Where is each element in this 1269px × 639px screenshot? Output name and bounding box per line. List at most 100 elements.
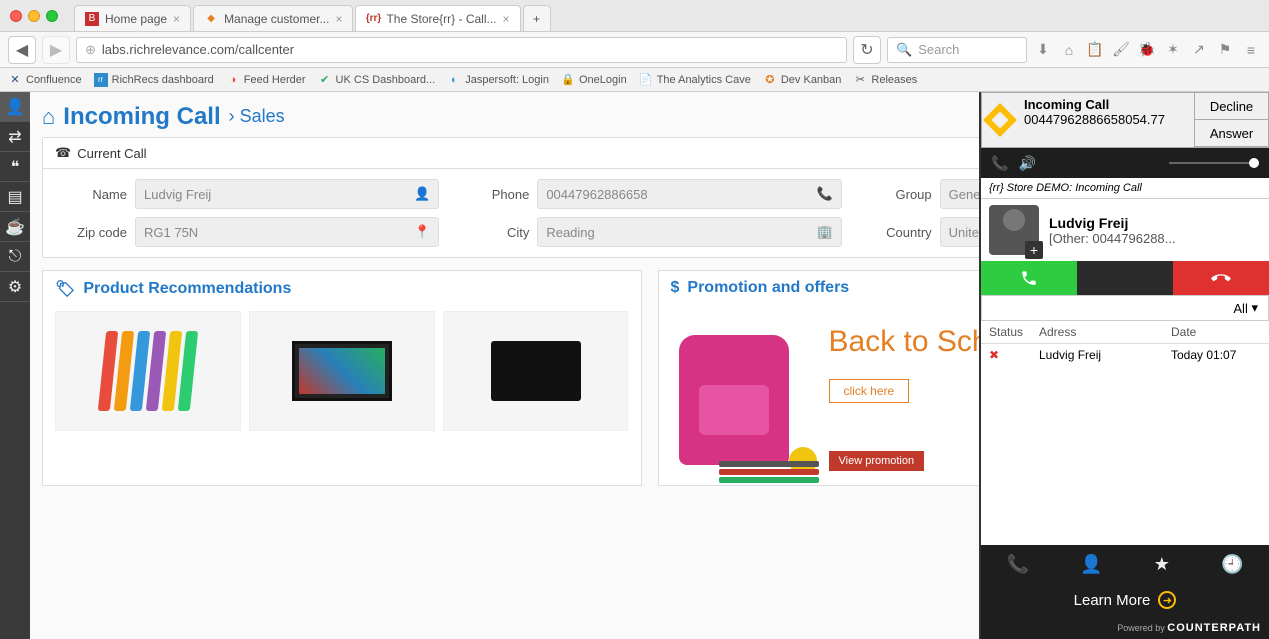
- bookmark-onelogin[interactable]: 🔒OneLogin: [561, 73, 627, 87]
- dial-icon[interactable]: 📞: [1007, 554, 1029, 575]
- tag-icon: 🏷: [55, 279, 75, 299]
- home-icon[interactable]: ⌂: [1059, 42, 1079, 58]
- home-icon[interactable]: ⌂: [42, 104, 55, 130]
- sidebar-item-book[interactable]: ▤: [0, 182, 30, 212]
- bookmark-dev-kanban[interactable]: ✪Dev Kanban: [763, 73, 842, 87]
- softphone-context-title: {rr} Store DEMO: Incoming Call: [981, 178, 1269, 199]
- answer-button[interactable]: Answer: [1194, 120, 1268, 147]
- reload-button[interactable]: ↻: [853, 36, 881, 64]
- favorites-icon[interactable]: ★: [1154, 554, 1170, 575]
- dollar-icon: $: [671, 279, 680, 297]
- breadcrumb[interactable]: › Sales: [229, 106, 285, 127]
- minimize-window-icon[interactable]: [28, 10, 40, 22]
- download-icon[interactable]: ⬇: [1033, 41, 1053, 58]
- promo-image-backpack: [659, 305, 819, 485]
- sidebar-item-coffee[interactable]: ☕: [0, 212, 30, 242]
- city-input[interactable]: Reading🏢: [537, 217, 841, 247]
- product-tv-mount[interactable]: [443, 311, 629, 431]
- window-controls: [10, 10, 58, 22]
- product-tv[interactable]: [249, 311, 435, 431]
- window-titlebar: B Home page × ◆ Manage customer... × {rr…: [0, 0, 1269, 32]
- phone-icon: 📞: [816, 186, 832, 202]
- incoming-call-label: Incoming Call: [1024, 97, 1188, 112]
- puzzle-icon[interactable]: ✶: [1163, 41, 1183, 58]
- field-phone: Phone 00447962886658📞: [457, 179, 841, 209]
- bookmark-confluence[interactable]: ✕Confluence: [8, 73, 82, 87]
- back-button[interactable]: ◀: [8, 36, 36, 64]
- new-tab-button[interactable]: +: [523, 5, 551, 31]
- bookmark-analytics-cave[interactable]: 📄The Analytics Cave: [639, 73, 751, 87]
- url-input[interactable]: ⊕ labs.richrelevance.com/callcenter: [76, 37, 847, 63]
- sidebar-item-customer[interactable]: 👤: [0, 92, 30, 122]
- pin-icon: 📍: [414, 224, 430, 240]
- sidebar-item-quote[interactable]: ❝: [0, 152, 30, 182]
- building-icon: 🏢: [816, 224, 832, 240]
- history-icon[interactable]: 🕘: [1221, 554, 1243, 575]
- tab-home-page[interactable]: B Home page ×: [74, 5, 191, 31]
- softphone-toolbar: 📞 🔊: [981, 148, 1269, 178]
- decline-button[interactable]: Decline: [1194, 93, 1268, 120]
- bookmark-feed-herder[interactable]: ◑Feed Herder: [226, 73, 306, 87]
- answer-call-icon[interactable]: [981, 261, 1077, 295]
- tab-label: Home page: [105, 12, 167, 26]
- bookmark-releases[interactable]: ✂Releases: [853, 73, 917, 87]
- call-list-header: Status Adress Date: [981, 321, 1269, 344]
- contacts-icon[interactable]: 👤: [1080, 554, 1102, 575]
- avatar: +: [989, 205, 1039, 255]
- call-list-row[interactable]: ✖ Ludvig Freij Today 01:07: [981, 344, 1269, 366]
- softphone-bottom-nav: 📞 👤 ★ 🕘: [981, 545, 1269, 583]
- tab-label: Manage customer...: [224, 12, 329, 26]
- page-title: Incoming Call: [63, 103, 220, 131]
- flag-icon[interactable]: ⚑: [1215, 41, 1235, 58]
- search-input[interactable]: 🔍 Search: [887, 37, 1027, 63]
- card-title-recs: Product Recommendations: [83, 280, 291, 298]
- panel-title-current-call: ☎ Current Call: [43, 138, 1016, 168]
- field-zip: Zip code RG1 75N📍: [55, 217, 439, 247]
- bug-icon[interactable]: 🐞: [1137, 41, 1157, 58]
- forward-button[interactable]: ▶: [42, 36, 70, 64]
- volume-slider[interactable]: [1169, 162, 1259, 164]
- learn-more-button[interactable]: Learn More ➜: [981, 583, 1269, 617]
- clipboard-icon[interactable]: 📋: [1085, 41, 1105, 58]
- sidebar-item-logout[interactable]: ⎋: [0, 242, 30, 272]
- zoom-window-icon[interactable]: [46, 10, 58, 22]
- sidebar-item-shuffle[interactable]: ⇄: [0, 122, 30, 152]
- view-promotion-button[interactable]: View promotion: [829, 451, 925, 471]
- incoming-call-banner: Incoming Call 00447962886658054.77 Decli…: [981, 92, 1269, 148]
- incoming-call-number: 00447962886658054.77: [1024, 112, 1188, 127]
- product-ipods[interactable]: [55, 311, 241, 431]
- share-icon[interactable]: ↗: [1189, 41, 1209, 58]
- call-filter-dropdown[interactable]: All ▾: [981, 295, 1269, 321]
- bookmark-jaspersoft[interactable]: ◐Jaspersoft: Login: [447, 73, 549, 87]
- zip-input[interactable]: RG1 75N📍: [135, 217, 439, 247]
- tab-label: The Store{rr} - Call...: [386, 12, 496, 26]
- phone-icon[interactable]: 📞: [991, 155, 1008, 172]
- close-tab-icon[interactable]: ×: [335, 12, 342, 26]
- paint-icon[interactable]: 🖌: [1111, 41, 1131, 58]
- missed-call-icon: ✖: [989, 348, 999, 362]
- browser-tabs: B Home page × ◆ Manage customer... × {rr…: [74, 0, 553, 31]
- globe-icon: ⊕: [85, 42, 96, 58]
- decline-call-icon[interactable]: [1173, 261, 1269, 295]
- search-placeholder: Search: [918, 42, 959, 57]
- promo-click-here-button[interactable]: click here: [829, 379, 910, 403]
- overflow-icon[interactable]: ≡: [1241, 42, 1261, 58]
- close-tab-icon[interactable]: ×: [503, 12, 510, 26]
- name-input[interactable]: Ludvig Freij👤: [135, 179, 439, 209]
- bookmark-uk-cs[interactable]: ✔UK CS Dashboard...: [318, 73, 436, 87]
- add-contact-icon[interactable]: +: [1025, 241, 1043, 259]
- close-window-icon[interactable]: [10, 10, 22, 22]
- favicon-b-icon: B: [85, 12, 99, 26]
- tab-manage-customer[interactable]: ◆ Manage customer... ×: [193, 5, 353, 31]
- close-tab-icon[interactable]: ×: [173, 12, 180, 26]
- tab-store-rr-call[interactable]: {rr} The Store{rr} - Call... ×: [355, 5, 520, 31]
- speaker-icon[interactable]: 🔊: [1018, 155, 1035, 172]
- card-title-promo: Promotion and offers: [687, 279, 849, 297]
- contact-name: Ludvig Freij: [1049, 215, 1175, 231]
- sidebar-item-settings[interactable]: ⚙: [0, 272, 30, 302]
- x-logo-icon: [982, 93, 1018, 147]
- bookmark-richrecs[interactable]: rrRichRecs dashboard: [94, 73, 214, 87]
- phone-input[interactable]: 00447962886658📞: [537, 179, 841, 209]
- chevron-down-icon: ▾: [1251, 300, 1258, 316]
- favicon-magento-icon: ◆: [204, 12, 218, 26]
